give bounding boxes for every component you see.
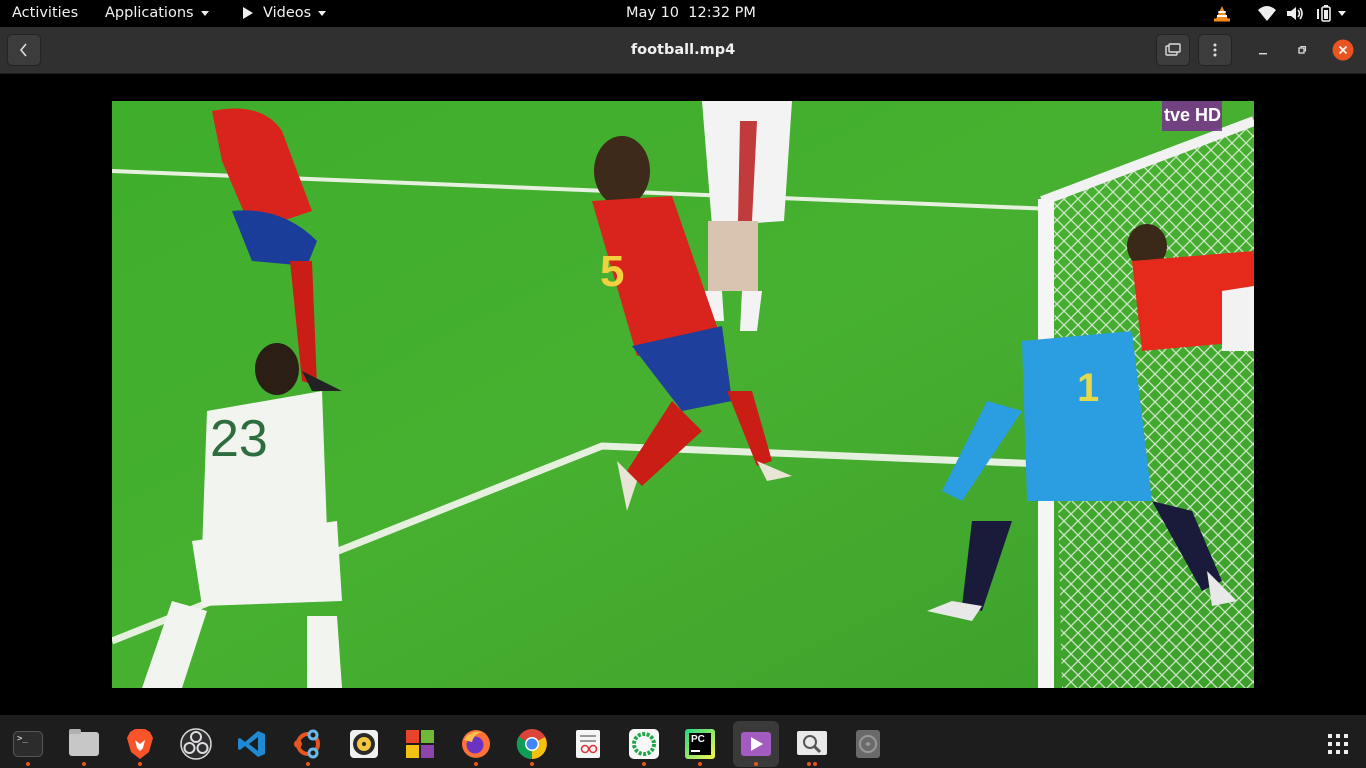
green-ring-icon xyxy=(629,729,659,759)
chevron-down-icon xyxy=(200,10,209,16)
dock-brave[interactable] xyxy=(117,721,163,767)
dock-ubuntu-software[interactable] xyxy=(285,721,331,767)
disk-icon xyxy=(856,730,880,758)
dock-image-viewer[interactable] xyxy=(789,721,835,767)
chrome-icon xyxy=(516,729,547,760)
ubuntu-logo-icon xyxy=(294,729,320,759)
dock-circle-app[interactable] xyxy=(621,721,667,767)
applications-label: Applications xyxy=(105,5,194,21)
vlc-cone-icon[interactable] xyxy=(1212,5,1232,22)
close-button[interactable] xyxy=(1329,36,1357,64)
clock-label: May 10 12:32 PM xyxy=(626,5,756,21)
system-menu-chevron-icon[interactable] xyxy=(1338,11,1346,16)
document-viewer-icon xyxy=(576,730,600,758)
videos-app-menu[interactable]: Videos xyxy=(243,0,327,27)
play-icon xyxy=(243,7,253,19)
maximize-button[interactable] xyxy=(1288,36,1316,64)
pycharm-icon: PC xyxy=(685,729,715,759)
minimize-icon xyxy=(1259,53,1267,55)
dock-chrome[interactable] xyxy=(509,721,555,767)
volume-icon[interactable] xyxy=(1286,5,1304,22)
kebab-menu-icon xyxy=(1213,43,1217,57)
app-grid-icon xyxy=(1328,734,1348,754)
folder-icon xyxy=(69,729,99,756)
show-applications-button[interactable] xyxy=(1315,721,1361,767)
menu-button[interactable] xyxy=(1198,34,1232,66)
chevron-left-icon xyxy=(19,43,27,57)
dock-videos[interactable] xyxy=(733,721,779,767)
chevron-down-icon xyxy=(318,10,327,16)
dock-terminal[interactable]: >_ xyxy=(5,721,51,767)
dock-firefox[interactable] xyxy=(453,721,499,767)
back-button[interactable] xyxy=(7,34,41,66)
terminal-icon: >_ xyxy=(13,731,43,757)
collage-icon xyxy=(406,730,434,758)
top-bar: Activities Applications Videos May 10 12… xyxy=(0,0,1366,27)
image-viewer-icon xyxy=(797,731,827,755)
vscode-icon xyxy=(238,731,265,757)
restore-icon xyxy=(1298,45,1307,54)
videos-app-label: Videos xyxy=(263,5,312,21)
obs-icon xyxy=(180,728,212,760)
football-video-frame-image: tve HD 5 23 1 xyxy=(112,101,1254,688)
dock-obs[interactable] xyxy=(173,721,219,767)
wifi-icon[interactable] xyxy=(1257,5,1277,22)
dock: >_ PC xyxy=(0,715,1366,768)
broadcaster-logo: tve HD xyxy=(1164,105,1221,125)
minimize-button[interactable] xyxy=(1249,36,1277,64)
player-number-23: 23 xyxy=(210,410,268,468)
battery-icon[interactable] xyxy=(1316,5,1336,22)
video-area[interactable]: tve HD 5 23 1 xyxy=(0,74,1366,715)
clock[interactable]: May 10 12:32 PM xyxy=(626,0,756,27)
activities-button[interactable]: Activities xyxy=(12,0,78,27)
video-frame[interactable]: tve HD 5 23 1 xyxy=(112,101,1254,688)
dock-vscode[interactable] xyxy=(229,721,275,767)
dock-disk-utility[interactable] xyxy=(845,721,891,767)
brave-lion-icon xyxy=(127,729,153,759)
dock-pycharm[interactable]: PC xyxy=(677,721,723,767)
applications-menu[interactable]: Applications xyxy=(105,0,209,27)
goalkeeper-number-1: 1 xyxy=(1077,366,1099,410)
rhythmbox-icon xyxy=(350,730,378,758)
header-bar: football.mp4 xyxy=(0,27,1366,74)
screen-icon xyxy=(1165,43,1181,56)
dock-photo-collage[interactable] xyxy=(397,721,443,767)
close-icon xyxy=(1332,39,1354,61)
firefox-icon xyxy=(462,730,490,758)
videos-play-icon xyxy=(741,732,771,756)
dock-rhythmbox[interactable] xyxy=(341,721,387,767)
player-number-5: 5 xyxy=(600,247,624,296)
activities-label: Activities xyxy=(12,5,79,21)
fullscreen-button[interactable] xyxy=(1156,34,1190,66)
dock-document-viewer[interactable] xyxy=(565,721,611,767)
dock-files[interactable] xyxy=(61,721,107,767)
